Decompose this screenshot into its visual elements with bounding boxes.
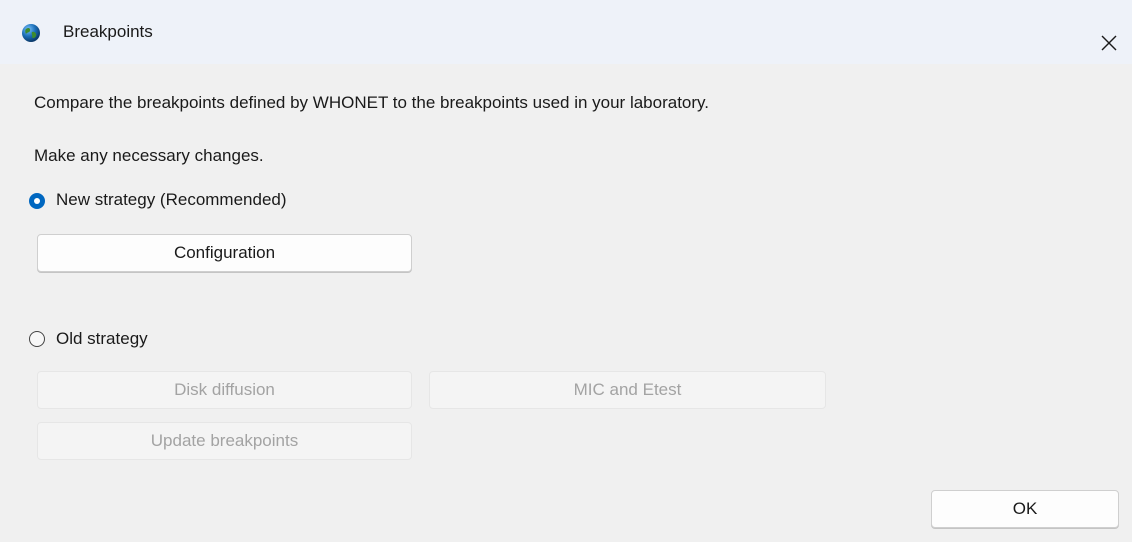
- window-title: Breakpoints: [63, 22, 153, 41]
- old-strategy-label: Old strategy: [56, 329, 148, 348]
- radio-unchecked-icon: [29, 331, 45, 347]
- dialog-body: Compare the breakpoints defined by WHONE…: [0, 64, 1132, 542]
- instruction-text: Make any necessary changes.: [34, 146, 264, 165]
- ok-button[interactable]: OK: [931, 490, 1119, 528]
- title-bar: Breakpoints: [0, 0, 1132, 64]
- mic-etest-button[interactable]: MIC and Etest: [429, 371, 826, 409]
- globe-icon: [21, 23, 41, 43]
- update-breakpoints-button[interactable]: Update breakpoints: [37, 422, 412, 460]
- close-icon: [1101, 35, 1117, 51]
- close-button[interactable]: [1086, 22, 1132, 64]
- radio-checked-icon: [29, 193, 45, 209]
- disk-diffusion-button[interactable]: Disk diffusion: [37, 371, 412, 409]
- new-strategy-label: New strategy (Recommended): [56, 190, 287, 209]
- configuration-button[interactable]: Configuration: [37, 234, 412, 272]
- intro-text: Compare the breakpoints defined by WHONE…: [34, 93, 710, 112]
